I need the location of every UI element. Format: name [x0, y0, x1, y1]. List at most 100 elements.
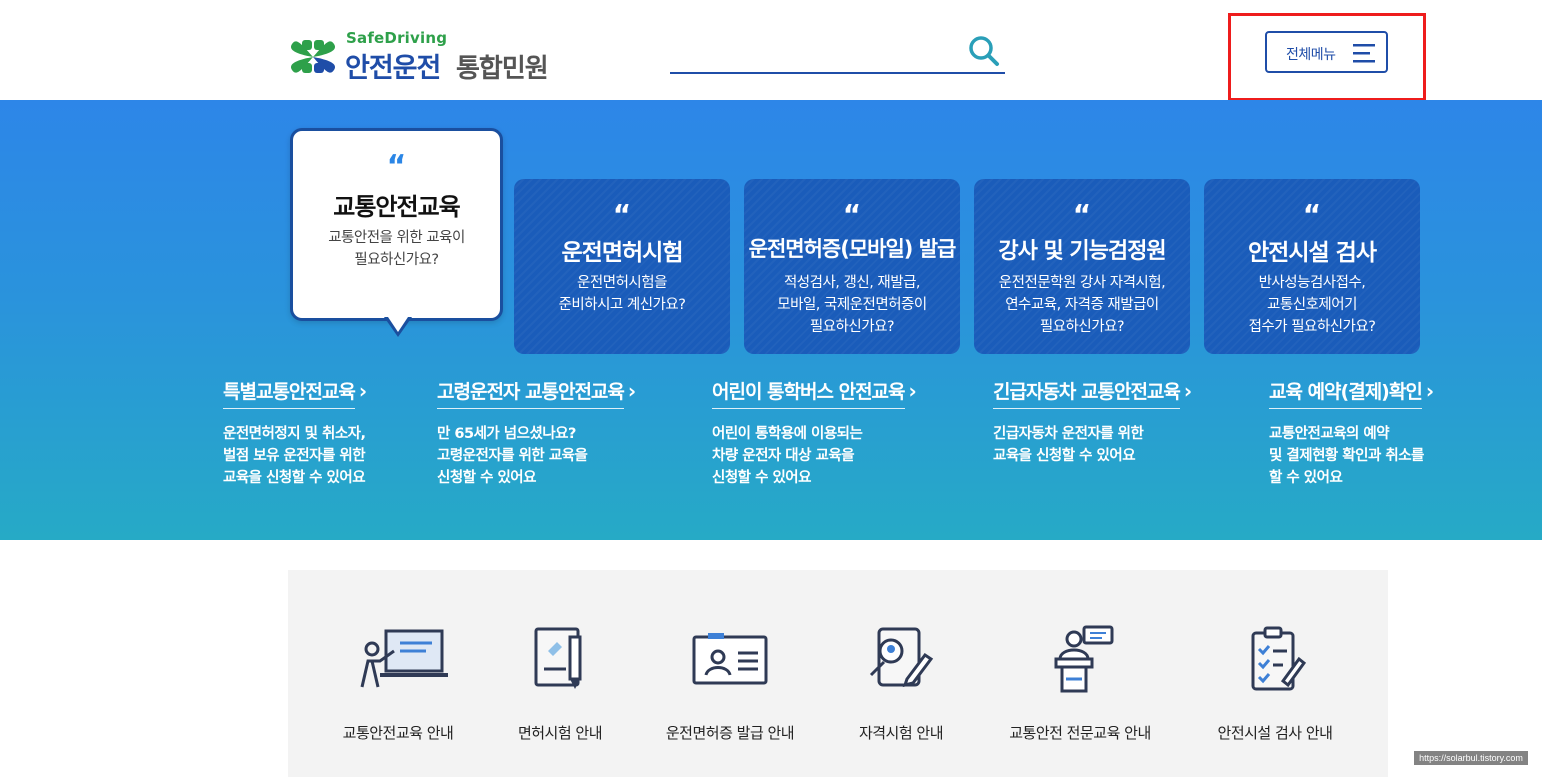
- id-card-icon: [692, 633, 768, 685]
- sub-desc-line: 차량 운전자 대상 교육을: [712, 448, 855, 464]
- guide-item-label: 안전시설 검사 안내: [1217, 724, 1333, 742]
- card-desc-line: 접수가 필요하신가요?: [1248, 319, 1376, 335]
- card-desc: 운전전문학원 강사 자격시험, 연수교육, 자격증 재발급이 필요하신가요?: [982, 272, 1182, 338]
- card-driving-license-test[interactable]: “ 운전면허시험 운전면허시험을 준비하시고 계신가요?: [514, 179, 730, 354]
- search-button[interactable]: [967, 34, 1001, 68]
- sub-link-reservation-check[interactable]: 교육 예약(결제)확인 › 교통안전교육의 예약 및 결제현황 확인과 취소를 할…: [1269, 377, 1434, 489]
- logo-english-text: SafeDriving: [346, 29, 448, 47]
- guide-item-label: 교통안전 전문교육 안내: [1009, 724, 1151, 742]
- guide-section: 교통안전교육 안내 면허시험 안내 운전면허증 발급 안내 자격시험 안내 교통…: [288, 570, 1388, 777]
- checklist-icon: [1251, 626, 1307, 691]
- feature-desc-line: 교통안전을 위한 교육이: [328, 230, 465, 246]
- feature-card-desc: 교통안전을 위한 교육이 필요하신가요?: [293, 227, 500, 271]
- card-title: 강사 및 기능검정원: [998, 239, 1166, 264]
- qualification-icon: [869, 627, 934, 688]
- logo-sub-text: 통합민원: [456, 54, 549, 84]
- sub-link-desc: 긴급자동차 운전자를 위한 교육을 신청할 수 있어요: [993, 423, 1192, 467]
- sub-desc-line: 운전면허정지 및 취소자,: [223, 426, 366, 442]
- quote-icon: “: [1072, 198, 1092, 231]
- card-license-issuance[interactable]: “ 운전면허증(모바일) 발급 적성검사, 갱신, 재발급, 모바일, 국제운전…: [744, 179, 960, 354]
- card-desc: 반사성능검사접수, 교통신호제어기 접수가 필요하신가요?: [1212, 272, 1412, 338]
- sub-link-senior-driver-education[interactable]: 고령운전자 교통안전교육 › 만 65세가 넘으셨나요? 고령운전자를 위한 교육…: [437, 377, 636, 489]
- sub-link-desc: 교통안전교육의 예약 및 결제현황 확인과 취소를 할 수 있어요: [1269, 423, 1434, 489]
- hero-section: “ 교통안전교육 교통안전을 위한 교육이 필요하신가요? “ 운전면허시험 운…: [0, 100, 1542, 540]
- guide-item-traffic-education[interactable]: 교통안전교육 안내: [313, 625, 483, 745]
- card-desc: 적성검사, 갱신, 재발급, 모바일, 국제운전면허증이 필요하신가요?: [752, 272, 952, 338]
- chevron-right-icon: ›: [908, 379, 917, 403]
- chevron-right-icon: ›: [358, 379, 368, 403]
- feature-desc-line: 필요하신가요?: [354, 252, 439, 268]
- guide-item-license-test[interactable]: 면허시험 안내: [475, 625, 645, 745]
- watermark-text: https://solarbul.tistory.com: [1414, 751, 1528, 765]
- site-logo[interactable]: SafeDriving 안전운전 통합민원: [288, 29, 578, 84]
- sub-desc-line: 교육을 신청할 수 있어요: [993, 448, 1136, 464]
- quote-icon: “: [842, 198, 862, 231]
- site-header: SafeDriving 안전운전 통합민원 전체메뉴: [0, 0, 1542, 101]
- speech-bubble-tail-inner: [388, 317, 408, 332]
- sub-desc-line: 교통안전교육의 예약: [1269, 426, 1390, 442]
- sub-link-title: 고령운전자 교통안전교육: [437, 377, 625, 409]
- card-title: 운전면허증(모바일) 발급: [748, 237, 957, 261]
- sub-link-title: 긴급자동차 교통안전교육: [993, 377, 1181, 409]
- card-instructor-examiner[interactable]: “ 강사 및 기능검정원 운전전문학원 강사 자격시험, 연수교육, 자격증 재…: [974, 179, 1190, 354]
- card-desc-line: 반사성능검사접수,: [1258, 275, 1366, 291]
- chevron-right-icon: ›: [627, 379, 637, 403]
- search-input[interactable]: [670, 34, 960, 68]
- guide-item-label: 교통안전교육 안내: [342, 724, 454, 742]
- clover-logo-icon: [290, 40, 336, 73]
- card-desc-line: 연수교육, 자격증 재발급이: [1005, 297, 1159, 313]
- sub-desc-line: 및 결제현황 확인과 취소를: [1269, 448, 1424, 464]
- card-desc-line: 모바일, 국제운전면허증이: [777, 297, 927, 313]
- guide-item-qualification-test[interactable]: 자격시험 안내: [816, 625, 986, 745]
- all-menu-label: 전체메뉴: [1286, 47, 1336, 63]
- card-desc: 운전면허시험을 준비하시고 계신가요?: [522, 272, 722, 316]
- sub-desc-line: 고령운전자를 위한 교육을: [437, 448, 588, 464]
- sub-desc-line: 만 65세가 넘으셨나요?: [437, 426, 576, 442]
- sub-desc-line: 어린이 통학용에 이용되는: [712, 426, 863, 442]
- search-bar: [670, 30, 1005, 74]
- sub-link-desc: 운전면허정지 및 취소자, 벌점 보유 운전자를 위한 교육을 신청할 수 있어…: [223, 423, 367, 489]
- guide-item-label: 운전면허증 발급 안내: [665, 724, 795, 742]
- sub-desc-line: 긴급자동차 운전자를 위한: [993, 426, 1144, 442]
- lecture-icon: [360, 629, 448, 688]
- sub-link-desc: 만 65세가 넘으셨나요? 고령운전자를 위한 교육을 신청할 수 있어요: [437, 423, 636, 489]
- sub-link-school-bus-education[interactable]: 어린이 통학버스 안전교육 › 어린이 통학용에 이용되는 차량 운전자 대상 교…: [712, 377, 917, 489]
- card-title: 운전면허시험: [561, 240, 684, 266]
- license-test-icon: [534, 627, 582, 689]
- sub-desc-line: 신청할 수 있어요: [712, 470, 811, 486]
- hamburger-menu-icon: [1353, 44, 1375, 63]
- card-title: 안전시설 검사: [1248, 240, 1377, 266]
- sub-link-desc: 어린이 통학용에 이용되는 차량 운전자 대상 교육을 신청할 수 있어요: [712, 423, 917, 489]
- card-desc-line: 적성검사, 갱신, 재발급,: [783, 275, 921, 291]
- sub-link-title: 특별교통안전교육: [223, 377, 356, 409]
- card-desc-line: 운전면허시험을: [577, 275, 667, 291]
- guide-item-license-issuance[interactable]: 운전면허증 발급 안내: [645, 625, 815, 745]
- search-icon: [969, 36, 999, 66]
- guide-item-label: 자격시험 안내: [858, 724, 944, 742]
- quote-icon: “: [612, 198, 632, 231]
- podium-icon: [1054, 625, 1114, 693]
- guide-item-facility-inspection[interactable]: 안전시설 검사 안내: [1190, 625, 1360, 745]
- feature-card-traffic-safety-education[interactable]: “ 교통안전교육 교통안전을 위한 교육이 필요하신가요?: [290, 128, 503, 321]
- sub-link-title: 어린이 통학버스 안전교육: [712, 377, 906, 409]
- sub-link-special-education[interactable]: 특별교통안전교육 › 운전면허정지 및 취소자, 벌점 보유 운전자를 위한 교육…: [223, 377, 367, 489]
- guide-item-professional-education[interactable]: 교통안전 전문교육 안내: [995, 625, 1165, 745]
- card-desc-line: 교통신호제어기: [1267, 297, 1357, 313]
- sub-desc-line: 신청할 수 있어요: [437, 470, 536, 486]
- sub-desc-line: 벌점 보유 운전자를 위한: [223, 448, 366, 464]
- chevron-right-icon: ›: [1183, 379, 1193, 403]
- all-menu-button[interactable]: 전체메뉴: [1265, 31, 1388, 73]
- chevron-right-icon: ›: [1425, 379, 1435, 403]
- card-desc-line: 준비하시고 계신가요?: [558, 297, 686, 313]
- quote-icon: “: [1302, 198, 1322, 231]
- sub-desc-line: 교육을 신청할 수 있어요: [223, 470, 366, 486]
- quote-icon: “: [386, 149, 407, 184]
- card-desc-line: 운전전문학원 강사 자격시험,: [998, 275, 1166, 291]
- sub-link-title: 교육 예약(결제)확인: [1269, 377, 1423, 409]
- feature-card-title: 교통안전교육: [333, 193, 460, 221]
- card-safety-facility-inspection[interactable]: “ 안전시설 검사 반사성능검사접수, 교통신호제어기 접수가 필요하신가요?: [1204, 179, 1420, 354]
- card-desc-line: 필요하신가요?: [809, 319, 895, 335]
- logo-main-text: 안전운전: [345, 53, 441, 84]
- card-desc-line: 필요하신가요?: [1039, 319, 1125, 335]
- sub-link-emergency-vehicle-education[interactable]: 긴급자동차 교통안전교육 › 긴급자동차 운전자를 위한 교육을 신청할 수 있어…: [993, 377, 1192, 467]
